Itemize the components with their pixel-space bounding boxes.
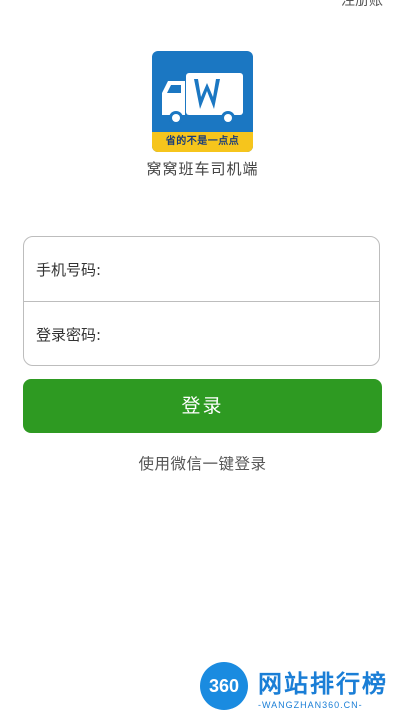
app-slogan: 省的不是一点点 <box>152 132 253 152</box>
app-name: 窝窝班车司机端 <box>146 160 259 178</box>
watermark-badge: 360 <box>200 662 248 710</box>
password-input[interactable] <box>101 313 369 355</box>
phone-row: 手机号码: <box>24 237 379 301</box>
watermark-title: 网站排行榜 <box>258 670 388 698</box>
phone-label: 手机号码: <box>36 260 102 279</box>
login-button[interactable]: 登录 <box>23 379 382 433</box>
watermark-badge-text: 360 <box>208 676 240 696</box>
wechat-login-link[interactable]: 使用微信一键登录 <box>0 452 405 474</box>
watermark-logo: 360 网站排行榜 -WANGZHAN360.CN- <box>194 656 399 716</box>
top-right-cut-text[interactable]: 注册账 <box>341 0 383 10</box>
login-form: 手机号码: 登录密码: <box>23 236 380 366</box>
phone-input[interactable] <box>101 248 369 290</box>
password-label: 登录密码: <box>36 325 102 344</box>
password-row: 登录密码: <box>24 302 379 366</box>
app-logo: 省的不是一点点 <box>152 51 253 152</box>
watermark-subtitle: -WANGZHAN360.CN- <box>258 700 363 710</box>
